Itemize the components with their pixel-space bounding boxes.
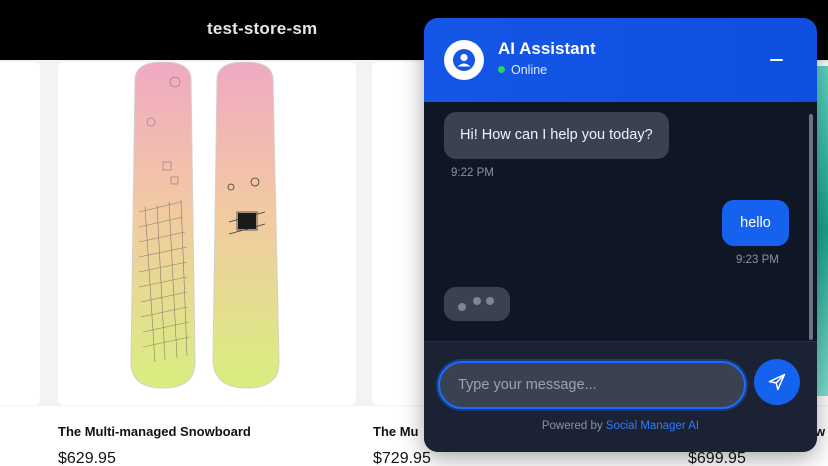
chat-widget: AI Assistant Online Hi! How can I help y… [424, 18, 817, 452]
product-price: $729.95 [373, 450, 431, 466]
paper-plane-icon [768, 373, 786, 391]
assistant-status: Online [511, 63, 548, 77]
typing-indicator [444, 287, 510, 321]
product-price: $629.95 [58, 450, 116, 466]
assistant-name: AI Assistant [498, 39, 596, 58]
store-page: test-store-sm The Multi-managed Snowboar… [0, 0, 828, 466]
typing-dot [486, 297, 494, 305]
powered-by: Powered by Social Manager AI [424, 420, 817, 432]
minus-icon [769, 59, 783, 61]
assistant-avatar [444, 40, 484, 80]
message-timestamp: 9:23 PM [736, 254, 779, 266]
bot-message: Hi! How can I help you today? [444, 112, 669, 159]
typing-dot [458, 303, 466, 311]
snowboard-image[interactable] [125, 62, 295, 392]
online-status-dot [498, 66, 505, 73]
typing-dot [473, 297, 481, 305]
minimize-button[interactable] [764, 52, 788, 68]
product-price: $699.95 [688, 450, 746, 466]
scrollbar-thumb[interactable] [809, 114, 813, 340]
product-title[interactable]: The Multi-managed Snowboard [58, 424, 251, 439]
chat-input-area: Powered by Social Manager AI [424, 341, 817, 452]
send-button[interactable] [754, 359, 800, 405]
product-title[interactable]: The Mu [373, 424, 419, 439]
powered-by-link[interactable]: Social Manager AI [606, 420, 699, 432]
user-circle-icon [453, 49, 475, 71]
store-title-link[interactable]: test-store-sm [207, 19, 317, 39]
user-message: hello [722, 200, 789, 246]
powered-by-prefix: Powered by [541, 420, 603, 432]
chat-header: AI Assistant Online [424, 18, 817, 102]
product-card-media[interactable] [0, 62, 40, 405]
message-input[interactable] [438, 361, 746, 409]
message-timestamp: 9:22 PM [451, 167, 494, 179]
